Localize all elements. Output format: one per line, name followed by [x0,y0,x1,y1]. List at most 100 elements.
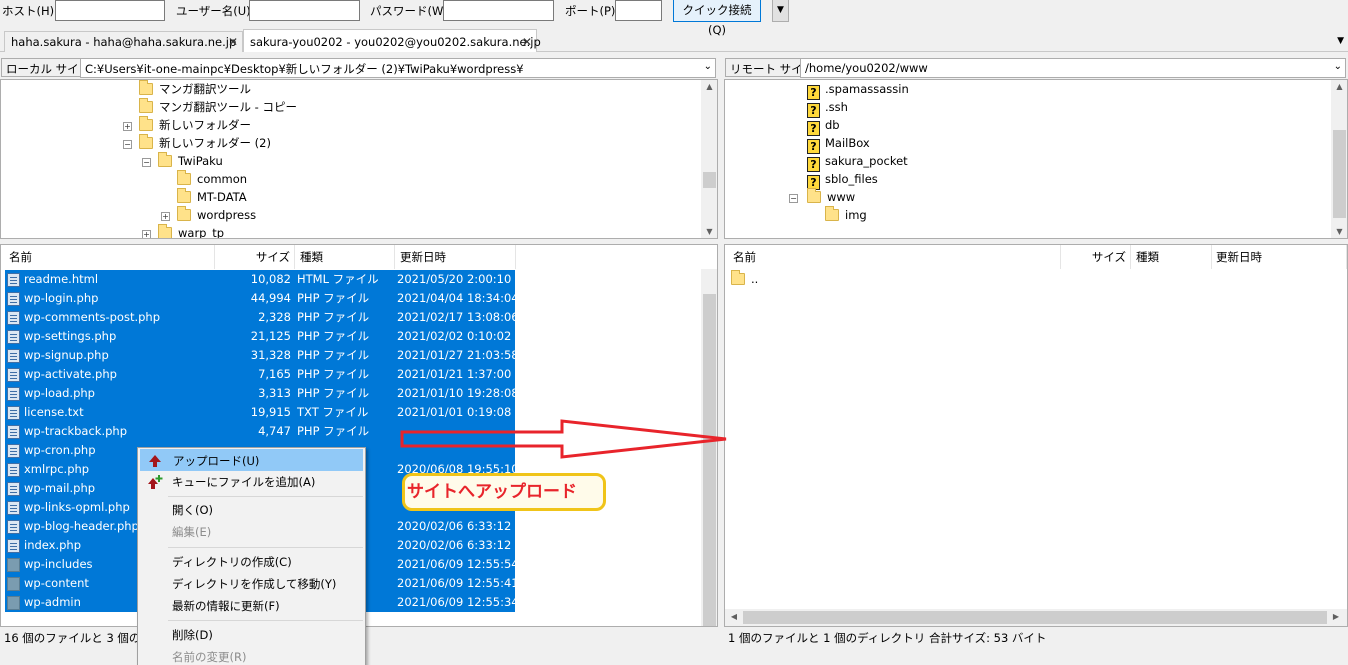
collapse-icon[interactable]: − [142,158,151,167]
password-input[interactable] [443,0,554,21]
remote-tree-scrollbar[interactable]: ▲ ▼ [1331,80,1347,238]
tree-item[interactable]: ? .ssh [807,98,848,118]
remote-list-hscrollbar[interactable]: ◀ ▶ [725,609,1347,626]
column-header-size[interactable]: サイズ [1061,245,1131,269]
chevron-down-icon[interactable]: ⌄ [704,61,712,72]
menu-item-edit[interactable]: 編集(E) [140,521,363,543]
file-type: PHP ファイル [297,367,370,381]
tree-item[interactable]: warp_tp [158,224,225,239]
column-header-name[interactable]: 名前 [5,245,215,269]
scroll-down-icon[interactable]: ▼ [701,227,717,236]
tree-item[interactable]: img [825,206,867,224]
file-size: 7,165 [258,367,291,381]
chevron-down-icon[interactable]: ⌄ [1334,61,1342,72]
file-row[interactable]: wp-signup.php 31,328 PHP ファイル 2021/01/27 21… [5,346,515,365]
folder-icon [177,206,191,221]
file-row[interactable]: wp-activate.php 7,165 PHP ファイル 2021/01/21 1… [5,365,515,384]
menu-item-open[interactable]: 開く(O) [140,499,363,521]
host-input[interactable] [55,0,165,21]
local-path-input[interactable]: C:¥Users¥it-one-mainpc¥Desktop¥新しいフォルダー … [80,58,716,78]
file-modified: 2021/01/10 19:28:08 [397,386,515,400]
collapse-icon[interactable]: − [789,194,798,203]
menu-item-refresh[interactable]: 最新の情報に更新(F) [140,595,363,617]
scroll-left-icon[interactable]: ◀ [729,612,739,621]
tree-item[interactable]: ? sblo_files [807,170,878,190]
file-icon [7,520,20,534]
remote-file-list: 名前 サイズ 種類 更新日時 .. ◀ ▶ [724,244,1348,627]
expand-icon[interactable]: + [142,230,151,238]
tree-item[interactable]: www [807,188,855,206]
file-size: 21,125 [250,329,291,343]
column-header-modified[interactable]: 更新日時 [396,245,516,269]
tree-item-label: warp_tp [178,226,225,239]
parent-directory-row[interactable]: .. [731,270,758,288]
tree-item[interactable]: ? MailBox [807,134,870,154]
file-row[interactable]: wp-login.php 44,994 PHP ファイル 2021/04/04 18:… [5,289,515,308]
scroll-right-icon[interactable]: ▶ [1331,612,1341,621]
scrollbar-thumb[interactable] [743,611,1327,624]
tab-menu-icon[interactable]: ▼ [1337,36,1344,46]
menu-item-rename[interactable]: 名前の変更(R) [140,646,363,665]
quickconnect-history-dropdown[interactable]: ▼ [772,0,789,22]
menu-item-create-directory[interactable]: ディレクトリの作成(C) [140,551,363,573]
file-name: wp-activate.php [24,367,117,381]
column-header-size[interactable]: サイズ [215,245,295,269]
tree-item[interactable]: 新しいフォルダー (2) [139,134,271,152]
file-row[interactable]: wp-load.php 3,313 PHP ファイル 2021/01/10 19:28… [5,384,515,403]
scrollbar-thumb[interactable] [1333,130,1346,218]
expand-icon[interactable]: + [161,212,170,221]
menu-item-delete[interactable]: 削除(D) [140,624,363,646]
tab-haha-sakura[interactable]: haha.sakura - haha@haha.sakura.ne.jp ✕ [4,31,243,52]
tab-sakura-you0202[interactable]: sakura-you0202 - you0202@you0202.sakura.… [243,29,541,52]
tree-item[interactable]: TwiPaku [158,152,223,170]
collapse-icon[interactable]: − [123,140,132,149]
tree-item[interactable]: MT-DATA [177,188,247,206]
tree-item[interactable]: 新しいフォルダー [139,116,251,134]
close-icon[interactable]: ✕ [228,35,238,49]
port-input[interactable] [615,0,662,21]
file-modified: 2021/01/21 1:37:00 [397,367,512,381]
menu-item-label: アップロード(U) [173,454,260,468]
expand-icon[interactable]: + [123,122,132,131]
file-row[interactable]: wp-settings.php 21,125 PHP ファイル 2021/02/02 … [5,327,515,346]
menu-item-create-and-enter-directory[interactable]: ディレクトリを作成して移動(Y) [140,573,363,595]
tree-item[interactable]: ? sakura_pocket [807,152,908,172]
user-input[interactable] [249,0,360,21]
file-size: 19,915 [250,405,291,419]
tree-item[interactable]: ? .spamassassin [807,80,909,100]
file-row[interactable]: readme.html 10,082 HTML ファイル 2021/05/20 2:0… [5,270,515,289]
file-size: 10,082 [250,272,291,286]
remote-tree: ? .spamassassin? .ssh? db? MailBox? sakura_po… [724,79,1348,239]
scroll-up-icon[interactable]: ▲ [1331,82,1347,91]
column-header-type[interactable]: 種類 [296,245,395,269]
tree-item[interactable]: wordpress [177,206,256,224]
column-header-name[interactable]: 名前 [729,245,1061,269]
scrollbar-thumb[interactable] [703,172,716,188]
menu-item-upload[interactable]: アップロード(U) [140,449,363,471]
tree-item[interactable]: common [177,170,247,188]
tree-item-label: TwiPaku [178,154,223,168]
folder-icon [139,134,153,149]
remote-path-text: /home/you0202/www [805,61,928,75]
scroll-up-icon[interactable]: ▲ [701,82,717,91]
upload-direction-arrow [400,419,727,459]
tree-item[interactable]: ? db [807,116,840,136]
file-icon [7,311,20,325]
scrollbar-thumb[interactable] [703,294,716,626]
remote-path-input[interactable]: /home/you0202/www ⌄ [800,58,1346,78]
local-tree-scrollbar[interactable]: ▲ ▼ [701,80,717,238]
folder-icon [731,270,745,285]
file-icon [7,368,20,382]
file-icon [7,273,20,287]
tree-item-label: 新しいフォルダー (2) [159,136,271,150]
column-header-modified[interactable]: 更新日時 [1212,245,1347,269]
file-modified: 2021/04/04 18:34:04 [397,291,515,305]
tree-item[interactable]: マンガ翻訳ツール [139,80,251,98]
quickconnect-button[interactable]: クイック接続(Q) [673,0,761,37]
close-icon[interactable]: ✕ [522,35,532,49]
tree-item[interactable]: マンガ翻訳ツール - コピー [139,98,297,116]
menu-item-add-to-queue[interactable]: キューにファイルを追加(A) [140,471,363,493]
column-header-type[interactable]: 種類 [1132,245,1212,269]
scroll-down-icon[interactable]: ▼ [1331,227,1347,236]
file-row[interactable]: wp-comments-post.php 2,328 PHP ファイル 2021/02… [5,308,515,327]
